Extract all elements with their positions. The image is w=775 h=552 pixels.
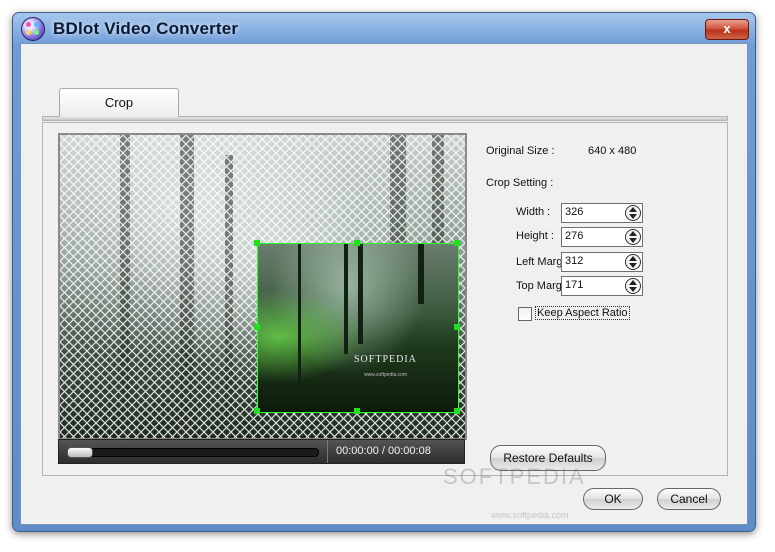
playback-bar: 00:00:00 / 00:00:08 — [58, 439, 465, 464]
crop-handle-top-left[interactable] — [254, 240, 260, 246]
width-stepper[interactable]: 326 — [561, 203, 643, 223]
image-watermark: SOFTPEDIA — [354, 354, 417, 365]
close-button[interactable]: x — [705, 19, 749, 40]
crop-region[interactable]: SOFTPEDIA www.softpedia.com — [257, 243, 459, 413]
original-size-label: Original Size : — [486, 145, 555, 157]
keep-aspect-ratio-label[interactable]: Keep Aspect Ratio — [535, 306, 630, 320]
crop-handle-bottom[interactable] — [354, 408, 360, 414]
top-margin-stepper[interactable]: 171 — [561, 276, 643, 296]
spin-arrows-icon[interactable] — [625, 205, 641, 221]
left-margin-stepper[interactable]: 312 — [561, 252, 643, 272]
title-bar[interactable]: BDlot Video Converter x — [13, 13, 755, 45]
crop-handle-bottom-left[interactable] — [254, 408, 260, 414]
tab-crop[interactable]: Crop — [59, 88, 179, 117]
tree-trunk — [418, 244, 424, 304]
height-label: Height : — [516, 230, 554, 242]
keep-aspect-ratio-checkbox[interactable] — [518, 307, 532, 321]
crop-handle-top[interactable] — [354, 240, 360, 246]
crop-handle-bottom-right[interactable] — [454, 408, 460, 414]
video-preview: SOFTPEDIA www.softpedia.com — [58, 133, 467, 440]
spin-arrows-icon[interactable] — [625, 278, 641, 294]
height-value: 276 — [565, 230, 584, 242]
crop-handle-left[interactable] — [254, 324, 260, 330]
page-watermark-url: www.softpedia.com — [491, 510, 569, 520]
crop-panel: SOFTPEDIA www.softpedia.com 00:00:00 / 0… — [42, 122, 728, 476]
window-title: BDlot Video Converter — [53, 19, 239, 38]
close-icon: x — [723, 21, 731, 36]
tree-trunk — [120, 135, 130, 438]
width-label: Width : — [516, 206, 551, 218]
playback-time: 00:00:00 / 00:00:08 — [336, 445, 431, 457]
ok-button[interactable]: OK — [583, 488, 643, 510]
crop-setting-label: Crop Setting : — [486, 177, 554, 189]
height-stepper[interactable]: 276 — [561, 227, 643, 247]
tree-trunk — [180, 135, 194, 438]
tree-trunk — [344, 244, 348, 354]
left-margin-value: 312 — [565, 255, 584, 267]
spin-arrows-icon[interactable] — [625, 229, 641, 245]
width-value: 326 — [565, 206, 584, 218]
crop-handle-right[interactable] — [454, 324, 460, 330]
seek-slider-knob[interactable] — [67, 447, 93, 458]
cancel-button[interactable]: Cancel — [657, 488, 721, 510]
crop-handle-top-right[interactable] — [454, 240, 460, 246]
divider — [327, 440, 328, 463]
tree-trunk — [358, 244, 363, 344]
original-size-value: 640 x 480 — [588, 145, 637, 157]
seek-track[interactable] — [67, 448, 319, 457]
top-margin-value: 171 — [565, 279, 584, 291]
page-watermark: SOFTPEDIA — [443, 464, 586, 489]
tree-trunk — [298, 244, 301, 384]
app-film-reel-icon — [21, 17, 45, 41]
client-area: Crop SOFTPEDIA www.softpedia.com 00:00:0… — [20, 43, 748, 525]
app-window: BDlot Video Converter x Crop SOFTPEDIA w… — [12, 12, 756, 532]
spin-arrows-icon[interactable] — [625, 254, 641, 270]
tree-trunk — [225, 155, 233, 438]
image-watermark-url: www.softpedia.com — [364, 372, 408, 378]
